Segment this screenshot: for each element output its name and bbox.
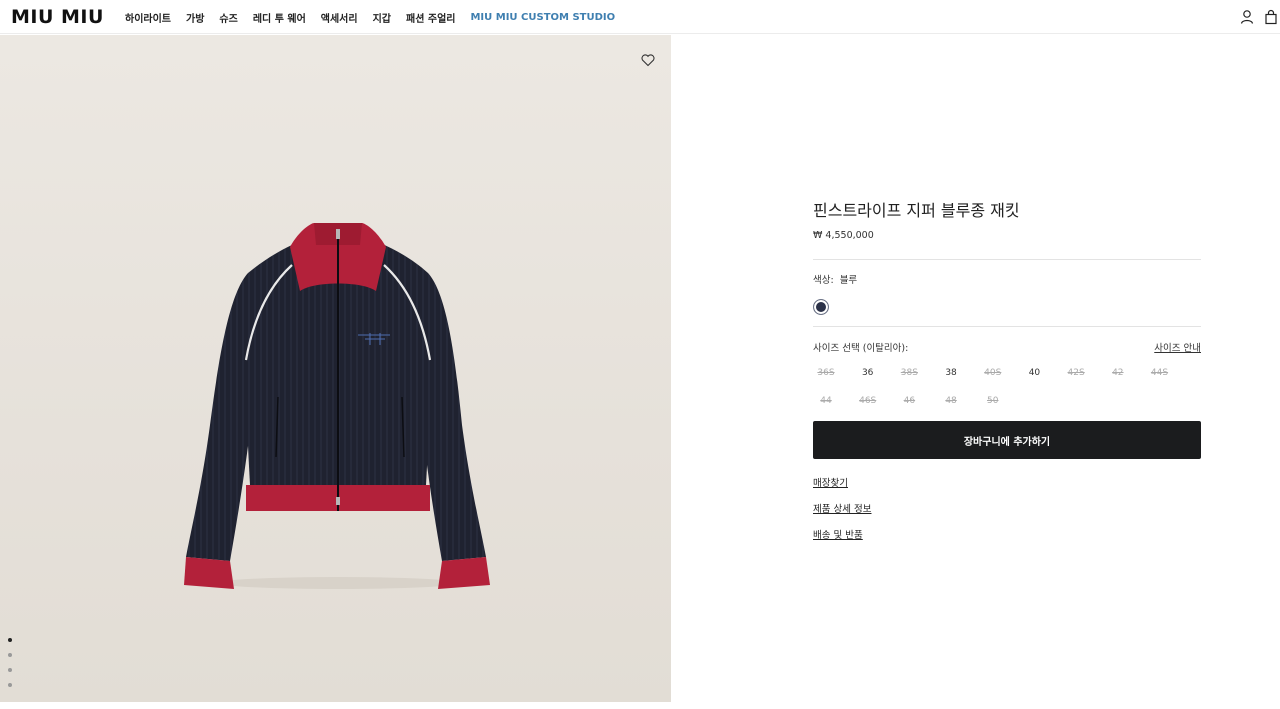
- nav-item-accessories[interactable]: 액세서리: [321, 10, 358, 25]
- color-swatch-blue[interactable]: [813, 299, 829, 315]
- add-to-cart-button[interactable]: 장바구니에 추가하기: [813, 421, 1201, 459]
- size-option[interactable]: 38: [938, 366, 964, 381]
- size-option[interactable]: 42S: [1063, 366, 1089, 381]
- color-info: 색상: 블루: [813, 274, 1201, 288]
- product-details: 핀스트라이프 지퍼 블루종 재킷 ₩ 4,550,000 색상: 블루 사이즈 …: [813, 200, 1201, 543]
- nav-item-wallets[interactable]: 지갑: [373, 10, 391, 25]
- size-option[interactable]: 42: [1105, 366, 1131, 381]
- product-title: 핀스트라이프 지퍼 블루종 재킷: [813, 201, 1020, 220]
- size-guide-link[interactable]: 사이즈 안내: [1154, 342, 1201, 356]
- nav-item-bags[interactable]: 가방: [186, 10, 204, 25]
- gallery-dot[interactable]: [8, 668, 12, 672]
- size-option[interactable]: 40: [1021, 366, 1047, 381]
- size-option[interactable]: 50: [980, 394, 1006, 409]
- size-option[interactable]: 38S: [896, 366, 922, 381]
- nav-item-custom-studio[interactable]: MIU MIU CUSTOM STUDIO: [470, 12, 615, 23]
- brand-logo[interactable]: MIU MIU: [11, 7, 104, 27]
- product-price: ₩ 4,550,000: [813, 230, 874, 241]
- nav-item-ready-to-wear[interactable]: 레디 투 웨어: [253, 10, 306, 25]
- gallery-dot[interactable]: [8, 683, 12, 687]
- nav-item-shoes[interactable]: 슈즈: [219, 10, 237, 25]
- nav-item-highlights[interactable]: 하이라이트: [125, 10, 171, 25]
- size-option[interactable]: 36S: [813, 366, 839, 381]
- color-value: 블루: [839, 275, 858, 286]
- size-option[interactable]: 48: [938, 394, 964, 409]
- bag-icon[interactable]: [1263, 9, 1279, 25]
- gallery-dot[interactable]: [8, 653, 12, 657]
- nav-item-fashion-jewellery[interactable]: 패션 주얼리: [406, 10, 455, 25]
- store-locator-link[interactable]: 매장찾기: [813, 477, 1201, 491]
- size-option[interactable]: 46: [896, 394, 922, 409]
- color-label: 색상:: [813, 275, 834, 286]
- site-header: MIU MIU 하이라이트 가방 슈즈 레디 투 웨어 액세서리 지갑 패션 주…: [0, 0, 1280, 34]
- divider: [813, 326, 1201, 327]
- size-label: 사이즈 선택 (이탈리아):: [813, 343, 909, 354]
- size-header: 사이즈 선택 (이탈리아): 사이즈 안내: [813, 342, 1201, 356]
- product-details-link[interactable]: 제품 상세 정보: [813, 503, 1201, 517]
- size-selector: 36S 36 38S 38 40S 40 42S 42 44S 44 46S 4…: [813, 366, 1201, 409]
- size-option[interactable]: 46S: [855, 394, 881, 409]
- size-option[interactable]: 36: [855, 366, 881, 381]
- size-option[interactable]: 44S: [1147, 366, 1173, 381]
- shipping-returns-link[interactable]: 배송 및 반품: [813, 529, 1201, 543]
- product-image-jacket: [184, 223, 490, 589]
- product-gallery[interactable]: [0, 35, 671, 702]
- size-option[interactable]: 40S: [980, 366, 1006, 381]
- main-nav: 하이라이트 가방 슈즈 레디 투 웨어 액세서리 지갑 패션 주얼리 MIU M…: [125, 0, 630, 34]
- gallery-pagination: [8, 638, 12, 698]
- heart-icon[interactable]: [640, 52, 656, 68]
- size-option[interactable]: 44: [813, 394, 839, 409]
- account-icon[interactable]: [1239, 9, 1255, 25]
- divider: [813, 259, 1201, 260]
- gallery-dot[interactable]: [8, 638, 12, 642]
